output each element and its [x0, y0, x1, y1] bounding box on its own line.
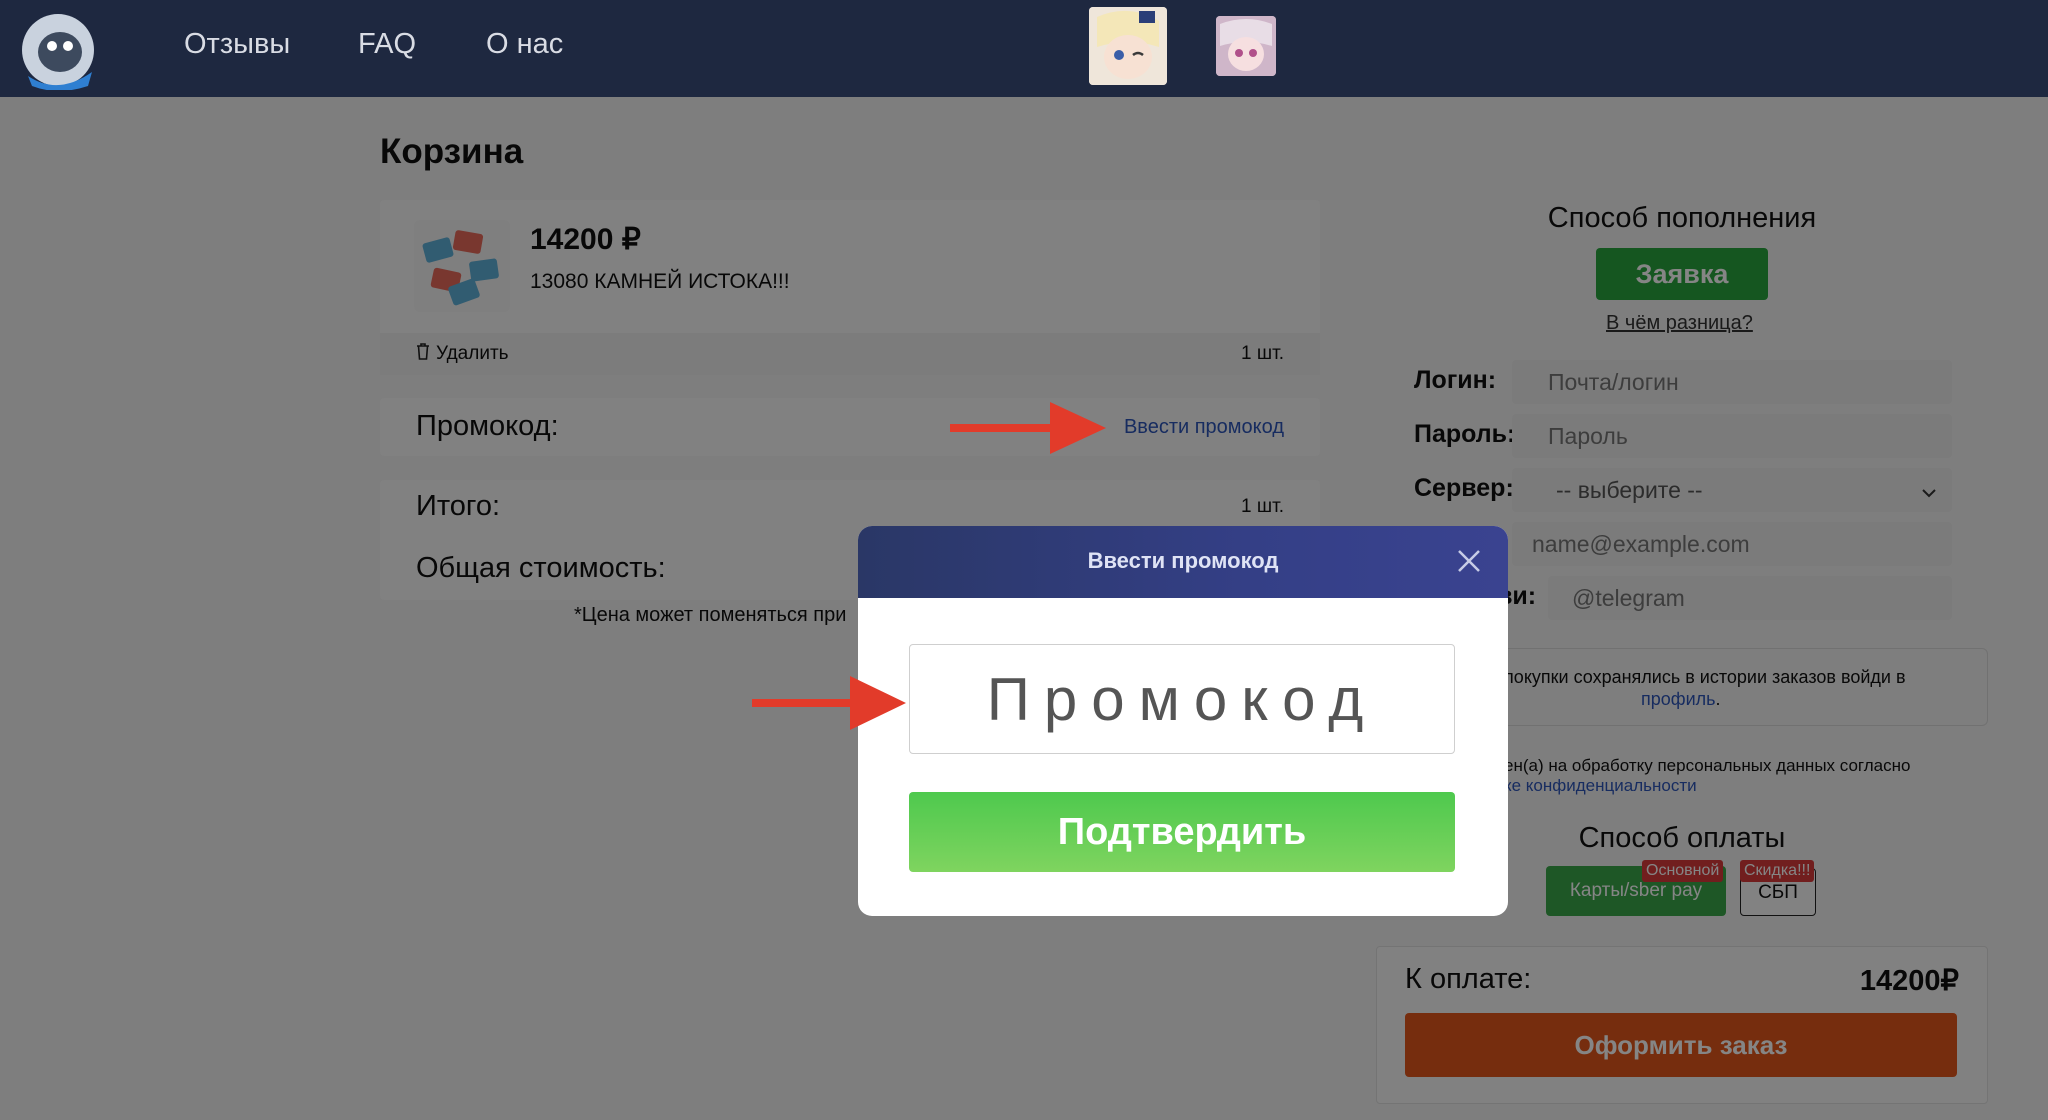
- site-logo[interactable]: [18, 6, 100, 91]
- game-avatar-genshin[interactable]: [1089, 7, 1167, 85]
- annotation-arrow-promo-input: [752, 676, 906, 735]
- game-avatar-honkai[interactable]: [1216, 16, 1276, 76]
- confirm-button[interactable]: Подтвердить: [909, 792, 1455, 872]
- close-icon[interactable]: [1456, 548, 1482, 574]
- top-navbar: Отзывы FAQ О нас: [0, 0, 2048, 97]
- nav-about[interactable]: О нас: [486, 28, 563, 61]
- promo-code-input[interactable]: [909, 644, 1455, 754]
- promo-modal: Ввести промокод Подтвердить: [858, 526, 1508, 916]
- modal-header: Ввести промокод: [858, 526, 1508, 598]
- annotation-arrow-promo-link: [950, 402, 1106, 459]
- nav-reviews[interactable]: Отзывы: [184, 28, 290, 61]
- nav-faq[interactable]: FAQ: [358, 28, 416, 61]
- modal-title: Ввести промокод: [1087, 548, 1279, 573]
